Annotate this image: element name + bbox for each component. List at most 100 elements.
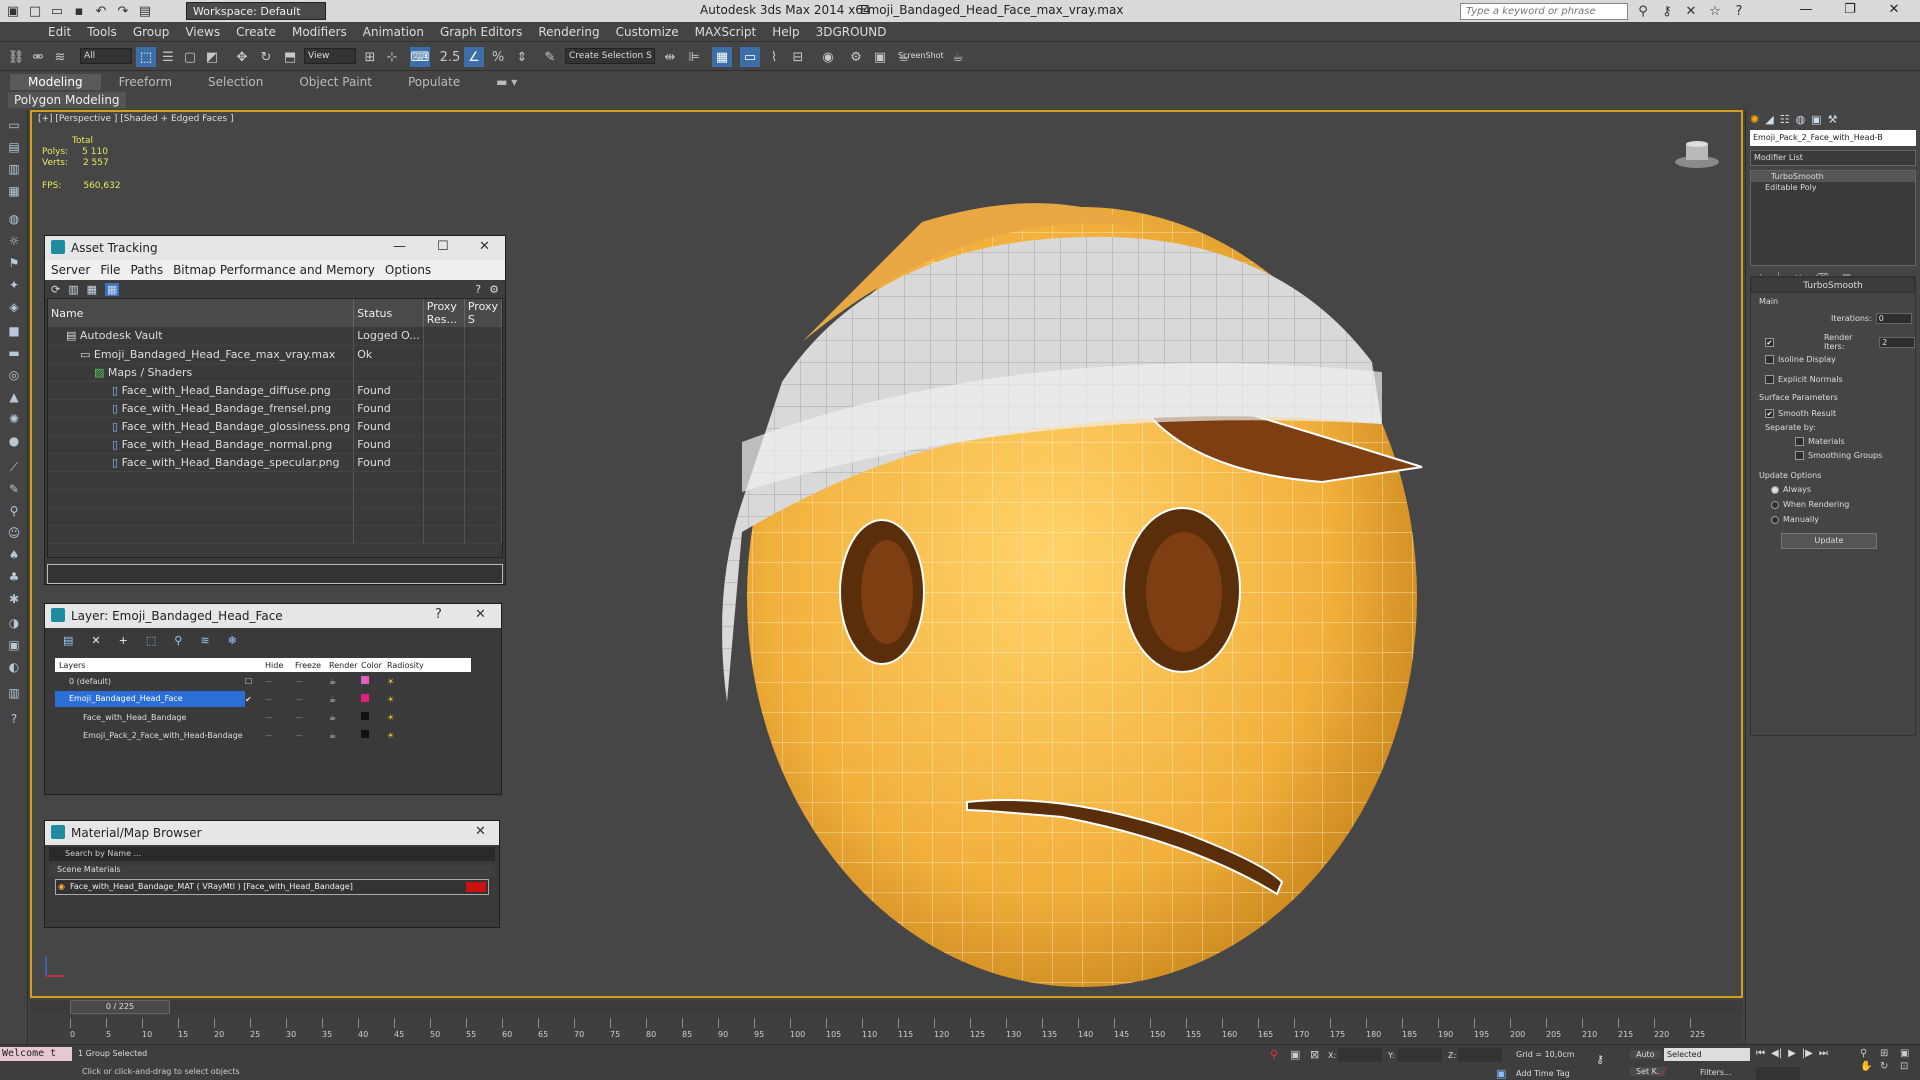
vault-settings-icon[interactable]: ⚙ bbox=[489, 283, 505, 296]
mirror-icon[interactable]: ⇹ bbox=[660, 47, 680, 67]
add-time-tag[interactable]: Add Time Tag bbox=[1516, 1069, 1570, 1078]
new-layer-icon[interactable]: ▤ bbox=[63, 634, 73, 647]
orbit-icon[interactable]: ↻ bbox=[1880, 1061, 1898, 1072]
tab-selection[interactable]: Selection bbox=[190, 74, 281, 90]
material-editor-icon[interactable]: ◉ bbox=[818, 47, 838, 67]
pivot-icon[interactable]: ⊞ bbox=[360, 47, 380, 67]
vault-help-icon[interactable]: ? bbox=[475, 283, 481, 296]
menu-server[interactable]: Server bbox=[51, 263, 90, 277]
x-coord-field[interactable] bbox=[1338, 1048, 1382, 1062]
workspace-dropdown[interactable]: Workspace: Default bbox=[186, 2, 326, 20]
absolute-mode-icon[interactable]: ⊠ bbox=[1310, 1048, 1319, 1061]
col-name[interactable]: Name bbox=[48, 299, 355, 327]
prev-frame-icon[interactable]: ◀| bbox=[1771, 1048, 1782, 1059]
menu-group[interactable]: Group bbox=[125, 25, 178, 39]
hierarchy-tab-icon[interactable]: ☷ bbox=[1780, 113, 1790, 126]
layer-help-button[interactable]: ? bbox=[435, 607, 442, 622]
sun-icon[interactable]: ✺ bbox=[4, 410, 24, 428]
undo-icon[interactable]: ↶ bbox=[92, 2, 110, 20]
col-proxy-s[interactable]: Proxy S bbox=[464, 299, 502, 327]
crowd-icon[interactable]: ♠ bbox=[4, 546, 24, 564]
zoom-extents-icon[interactable]: ▣ bbox=[1900, 1048, 1918, 1059]
menu-maxscript[interactable]: MAXScript bbox=[687, 25, 765, 39]
project-folder-icon[interactable]: ▤ bbox=[136, 2, 154, 20]
redo-icon[interactable]: ↷ bbox=[114, 2, 132, 20]
utilities-icon[interactable]: ▥ bbox=[4, 684, 24, 702]
open-file-icon[interactable]: ▭ bbox=[48, 2, 66, 20]
tree-icon[interactable]: ♣ bbox=[4, 568, 24, 586]
menu-views[interactable]: Views bbox=[177, 25, 228, 39]
schematic-view-icon[interactable]: ⊟ bbox=[788, 47, 808, 67]
percent-snap-icon[interactable]: % bbox=[488, 47, 508, 67]
hide-toggle-icon[interactable]: — bbox=[265, 677, 295, 686]
render-teapot-icon[interactable]: ☕ bbox=[329, 677, 361, 686]
exchange-icon[interactable]: ✕ bbox=[1682, 2, 1700, 20]
col-render[interactable]: Render bbox=[329, 661, 361, 670]
walk-icon[interactable]: ⚲ bbox=[4, 502, 24, 520]
minimize-panel-button[interactable]: — bbox=[393, 239, 406, 254]
move-icon[interactable]: ✥ bbox=[232, 47, 252, 67]
menu-customize[interactable]: Customize bbox=[608, 25, 687, 39]
camera-icon[interactable]: ⚑ bbox=[4, 254, 24, 272]
tab-freeform[interactable]: Freeform bbox=[101, 74, 190, 90]
pan-icon[interactable]: ✋ bbox=[1860, 1061, 1878, 1072]
col-color[interactable]: Color bbox=[361, 661, 387, 670]
update-button[interactable]: Update bbox=[1781, 533, 1877, 549]
menu-graph-editors[interactable]: Graph Editors bbox=[432, 25, 530, 39]
render-teapot-icon[interactable]: ☕ bbox=[329, 713, 361, 722]
freeze-toggle-icon[interactable]: — bbox=[295, 677, 329, 686]
render-iters-spinner[interactable]: 2 bbox=[1879, 336, 1915, 348]
rendered-frame-icon[interactable]: ▣ bbox=[870, 47, 890, 67]
key-filter-dropdown[interactable]: Selected bbox=[1664, 1048, 1750, 1061]
menu-edit[interactable]: Edit bbox=[40, 25, 79, 39]
utilities-tab-icon[interactable]: ⚒ bbox=[1828, 113, 1838, 126]
hide-toggle-icon[interactable]: — bbox=[265, 731, 295, 740]
app-menu-icon[interactable]: ▣ bbox=[4, 2, 22, 20]
table-row[interactable]: ▨ Maps / Shaders bbox=[48, 363, 502, 382]
hide-all-icon[interactable]: ≋ bbox=[200, 634, 209, 647]
sphere-icon[interactable]: ◍ bbox=[4, 210, 24, 228]
col-status[interactable]: Status bbox=[353, 299, 424, 327]
freeze-all-icon[interactable]: ❄ bbox=[228, 634, 237, 647]
unlink-icon[interactable]: ⚮ bbox=[28, 47, 48, 67]
zoom-icon[interactable]: ⚲ bbox=[1860, 1048, 1878, 1059]
lock-icon[interactable]: ▣ bbox=[4, 636, 24, 654]
layer-panel-titlebar[interactable]: Layer: Emoji_Bandaged_Head_Face ? ✕ bbox=[45, 604, 501, 628]
menu-animation[interactable]: Animation bbox=[355, 25, 432, 39]
menu-file[interactable]: File bbox=[100, 263, 120, 277]
isoline-checkbox[interactable] bbox=[1765, 355, 1774, 364]
ref-coord-dropdown[interactable]: View bbox=[304, 48, 356, 64]
list-icon[interactable]: ▥ bbox=[68, 283, 78, 296]
when-rendering-radio[interactable] bbox=[1771, 500, 1779, 509]
teapot-icon[interactable]: ☕ bbox=[948, 47, 968, 67]
torus-icon[interactable]: ◎ bbox=[4, 366, 24, 384]
align-icon[interactable]: ⊫ bbox=[684, 47, 704, 67]
col-freeze[interactable]: Freeze bbox=[295, 661, 329, 670]
spacewarp-icon[interactable]: ◈ bbox=[4, 298, 24, 316]
col-proxy-res[interactable]: Proxy Res... bbox=[423, 299, 465, 327]
layer-active-checkbox[interactable]: ☐ bbox=[245, 677, 265, 686]
stack-item-turbosmooth[interactable]: TurboSmooth bbox=[1751, 171, 1915, 182]
layer-color-swatch[interactable] bbox=[361, 676, 387, 686]
select-in-layer-icon[interactable]: ⬚ bbox=[146, 634, 156, 647]
material-browser-titlebar[interactable]: Material/Map Browser ✕ bbox=[45, 821, 499, 845]
current-frame-field[interactable] bbox=[1756, 1067, 1800, 1080]
menu-help[interactable]: Help bbox=[764, 25, 807, 39]
render-iters-checkbox[interactable]: ✔ bbox=[1765, 337, 1774, 347]
bind-space-warp-icon[interactable]: ≋ bbox=[50, 47, 70, 67]
create-tab-icon[interactable]: ✺ bbox=[1750, 113, 1759, 126]
layer-active-checkmark[interactable]: ✔ bbox=[245, 695, 265, 704]
key-filters-button[interactable]: Filters... bbox=[1700, 1068, 1732, 1077]
freeze-toggle-icon[interactable]: — bbox=[295, 731, 329, 740]
paint-icon[interactable]: ✎ bbox=[4, 480, 24, 498]
light-icon[interactable]: ☼ bbox=[4, 232, 24, 250]
layer-row[interactable]: Emoji_Pack_2_Face_with_Head-Bandage — — … bbox=[55, 726, 471, 744]
scene-materials-section[interactable]: Scene Materials bbox=[49, 865, 495, 877]
smoothing-groups-checkbox[interactable] bbox=[1795, 451, 1804, 460]
tab-populate[interactable]: Populate bbox=[390, 74, 478, 90]
select-by-name-icon[interactable]: ☰ bbox=[158, 47, 178, 67]
table-row[interactable]: ▭ Emoji_Bandaged_Head_Face_max_vray.max O… bbox=[48, 345, 502, 364]
minimize-button[interactable]: — bbox=[1786, 2, 1826, 20]
z-coord-field[interactable] bbox=[1458, 1048, 1502, 1062]
hierarchy-icon[interactable]: ▦ bbox=[4, 182, 24, 200]
